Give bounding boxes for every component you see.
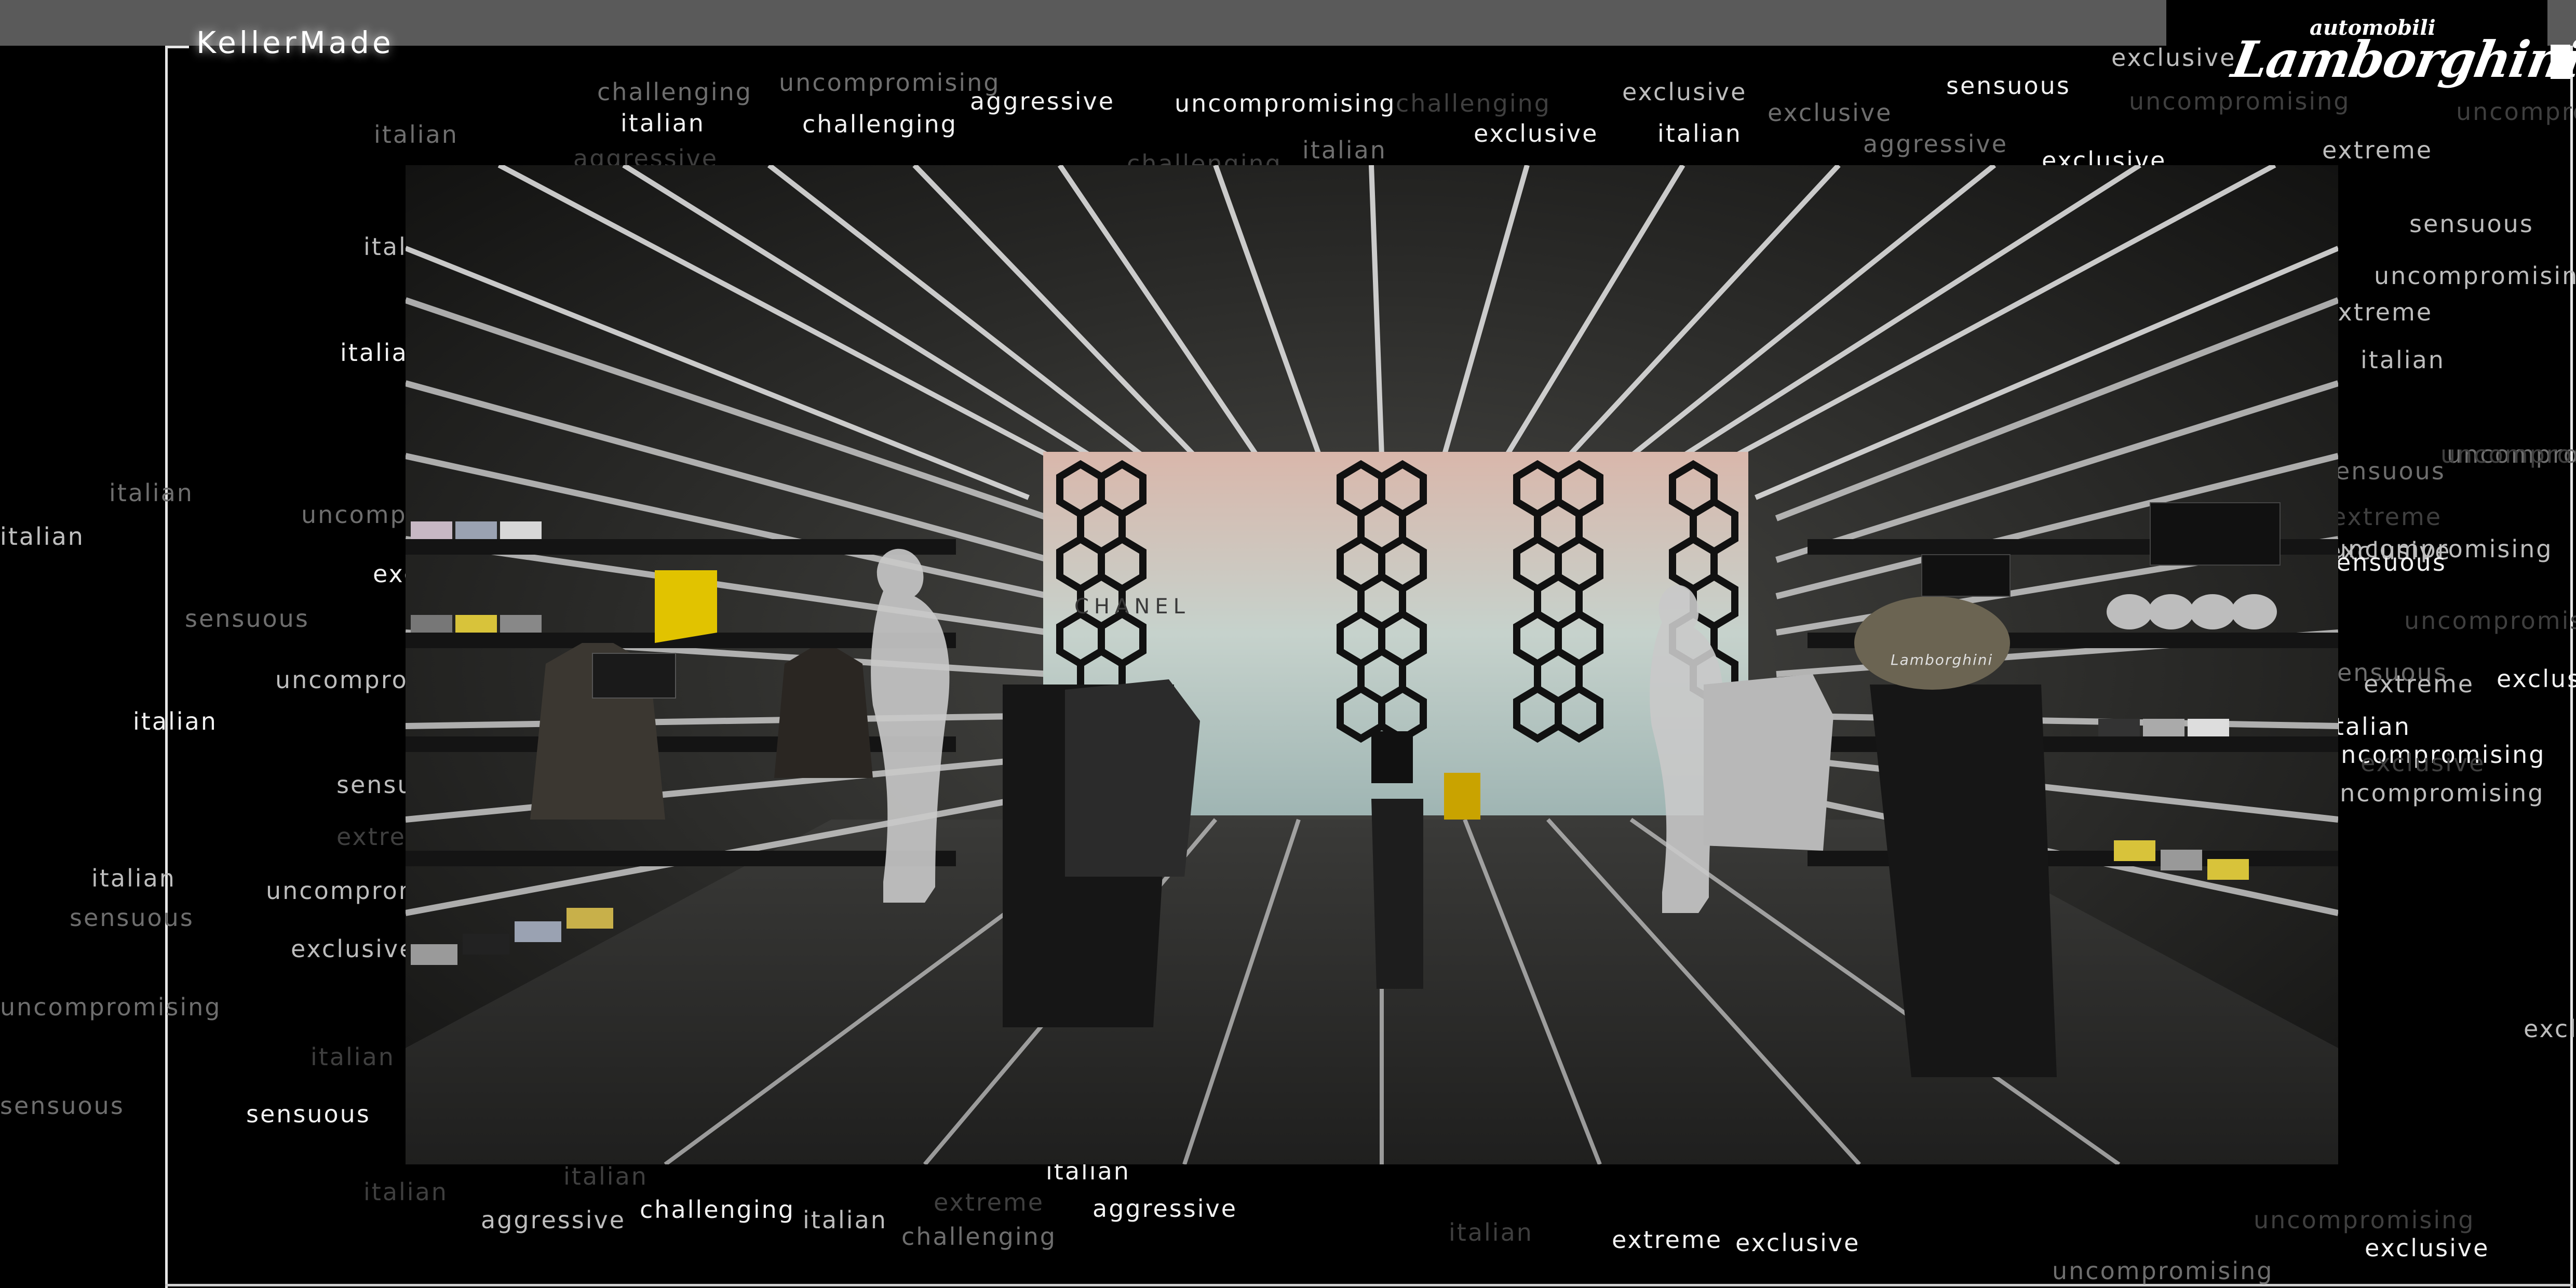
word: exclusive — [1735, 1229, 1860, 1257]
word: aggressive — [970, 87, 1115, 115]
word: exclusive — [1622, 78, 1747, 106]
word: sensuous — [185, 605, 309, 633]
word: sensuous — [2321, 457, 2446, 485]
storefront-sign: CHANEL — [1074, 595, 1190, 619]
word: italian — [563, 1162, 648, 1190]
word: challenging — [901, 1223, 1057, 1251]
word: extreme — [2364, 670, 2475, 698]
word: italian — [311, 1043, 395, 1071]
word: uncompromising — [1175, 89, 1396, 117]
word: exclusive — [2524, 1015, 2576, 1043]
word: italian — [109, 479, 194, 507]
word: italian — [803, 1206, 887, 1234]
word: aggressive — [1093, 1195, 1238, 1223]
word: exclusive — [2497, 665, 2576, 693]
word: uncompromising — [779, 69, 1001, 97]
logo-main-text: Lamborghini — [2228, 30, 2576, 89]
word: uncompromising — [2456, 98, 2576, 126]
frame-top-tick — [165, 46, 189, 48]
word: italian — [1449, 1218, 1533, 1246]
word: exclusive — [2111, 44, 2236, 72]
word: italian — [2326, 713, 2411, 741]
word: italian — [374, 120, 458, 149]
word: italian — [363, 1178, 448, 1206]
frame-left-line — [165, 46, 168, 1288]
store-render-image: CHANEL Lamborghini — [406, 165, 2338, 1164]
word: extreme — [934, 1188, 1045, 1216]
word: italian — [91, 864, 176, 892]
word: exclusive — [1768, 99, 1893, 127]
word: italian — [1302, 136, 1387, 164]
word: uncompromising — [2323, 779, 2545, 807]
studio-name: KellerMade — [196, 25, 394, 60]
word: extreme — [2322, 136, 2433, 164]
word: uncompromising — [2254, 1206, 2475, 1234]
word: exclusive — [2365, 1234, 2490, 1262]
word: uncompromising — [2052, 1257, 2274, 1285]
word: challenging — [597, 78, 752, 106]
word: sensuous — [70, 904, 194, 932]
word: extreme — [2331, 503, 2443, 531]
word: sensuous — [2409, 210, 2534, 238]
word: uncompromising — [2374, 262, 2576, 290]
word: challenging — [802, 110, 957, 138]
word: exclusive — [2361, 749, 2486, 777]
word: challenging — [1396, 89, 1551, 117]
word: aggressive — [1863, 130, 2008, 158]
word: exclusive — [1474, 119, 1599, 147]
word: sensuous — [246, 1100, 371, 1128]
word: italian — [1657, 119, 1742, 147]
store-render-artwork — [406, 165, 2338, 1164]
word: sensuous — [0, 1092, 125, 1120]
corner-tab — [2551, 45, 2570, 79]
word: extreme — [2322, 298, 2433, 326]
word: exclusive — [291, 935, 416, 963]
word: uncompromising — [2129, 87, 2351, 115]
word: extreme — [1612, 1226, 1723, 1254]
word: challenging — [640, 1196, 795, 1224]
word: uncompromising — [2404, 607, 2576, 635]
word: sensuous — [1946, 72, 2071, 100]
word: italian — [0, 522, 85, 551]
bag-brand-label: Lamborghini — [1891, 651, 1993, 668]
word: aggressive — [481, 1206, 626, 1234]
word: italian — [133, 707, 218, 735]
word: sensuous — [2322, 548, 2447, 576]
word: uncompromising — [0, 993, 222, 1021]
word: italian — [621, 109, 705, 137]
word: italian — [2361, 346, 2445, 374]
word: uncompromising — [2440, 440, 2576, 468]
